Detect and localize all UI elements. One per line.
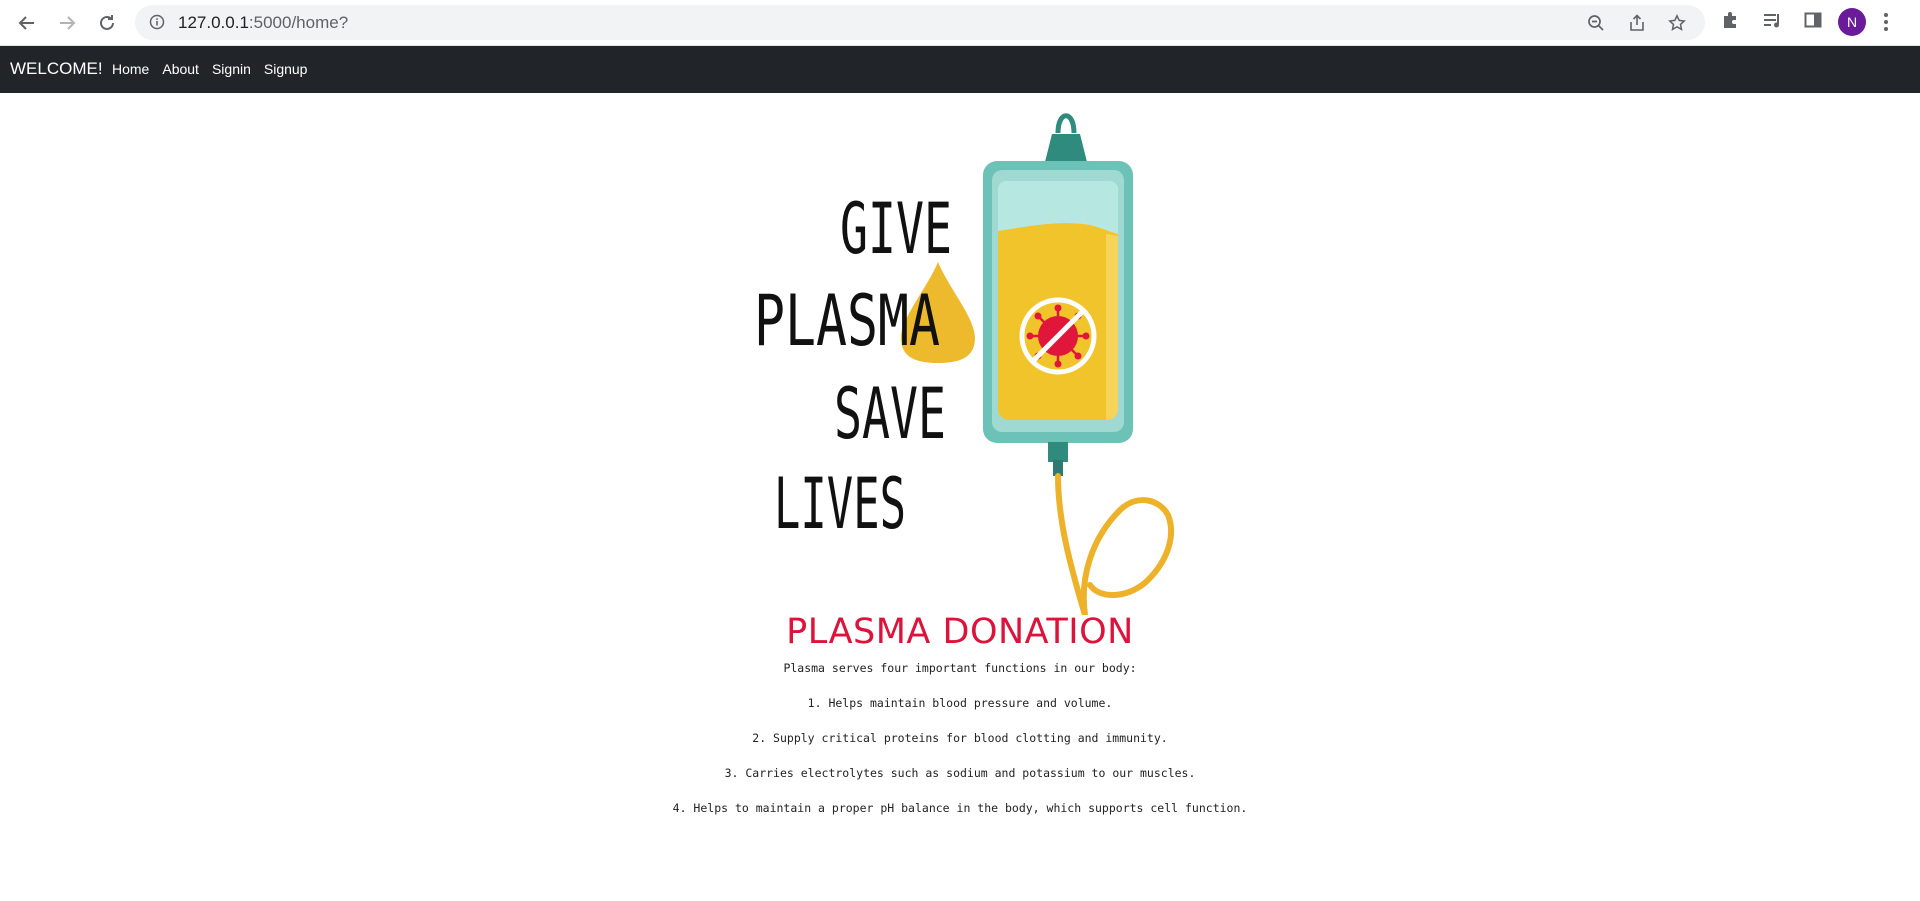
intro-text: Plasma serves four important functions i… <box>783 661 1137 675</box>
side-panel-icon[interactable] <box>1803 10 1823 30</box>
url-text: 127.0.0.1:5000/home? <box>178 13 348 33</box>
hero-line-lives: LIVES <box>774 463 906 545</box>
function-item-2: 2. Supply critical proteins for blood cl… <box>752 731 1168 745</box>
reload-button[interactable] <box>92 8 122 38</box>
profile-avatar[interactable]: N <box>1838 8 1866 36</box>
bookmark-star-icon[interactable] <box>1668 14 1686 32</box>
share-icon[interactable] <box>1628 14 1646 32</box>
zoom-icon[interactable] <box>1587 14 1605 32</box>
nav-link-signup[interactable]: Signup <box>264 61 308 77</box>
hero-line-give: GIVE <box>840 188 952 270</box>
reload-icon <box>100 15 114 30</box>
hero-line-plasma: PLASMA <box>754 280 940 362</box>
address-bar[interactable]: 127.0.0.1:5000/home? <box>135 5 1705 40</box>
forward-arrow-icon <box>60 16 76 30</box>
page-heading: PLASMA DONATION <box>786 612 1134 652</box>
site-navbar: WELCOME! Home About Signin Signup <box>0 46 1920 93</box>
content-body: Plasma serves four important functions i… <box>0 661 1920 836</box>
back-button[interactable] <box>12 8 42 38</box>
nav-link-signin[interactable]: Signin <box>212 61 251 77</box>
function-item-1: 1. Helps maintain blood pressure and vol… <box>807 696 1113 710</box>
site-info-icon[interactable] <box>149 14 165 30</box>
hero-line-save: SAVE <box>834 373 946 455</box>
browser-toolbar: 127.0.0.1:5000/home? N <box>0 0 1920 46</box>
nav-links: Home About Signin Signup <box>112 61 307 77</box>
function-item-3: 3. Carries electrolytes such as sodium a… <box>724 766 1196 780</box>
nav-link-home[interactable]: Home <box>112 61 149 77</box>
function-item-4: 4. Helps to maintain a proper pH balance… <box>672 801 1248 815</box>
back-arrow-icon <box>18 16 34 30</box>
navbar-brand[interactable]: WELCOME! <box>10 59 103 79</box>
iv-bag-icon <box>983 113 1175 615</box>
give-plasma-illustration: GIVE PLASMA SAVE LIVES <box>754 113 1175 615</box>
url-host: 127.0.0.1 <box>178 13 249 32</box>
extensions-puzzle-icon[interactable] <box>1721 10 1741 30</box>
more-menu-icon[interactable] <box>1882 10 1890 34</box>
reading-list-icon[interactable] <box>1762 10 1782 30</box>
url-path: :5000/home? <box>248 13 349 32</box>
nav-link-about[interactable]: About <box>162 61 199 77</box>
forward-button[interactable] <box>52 8 82 38</box>
